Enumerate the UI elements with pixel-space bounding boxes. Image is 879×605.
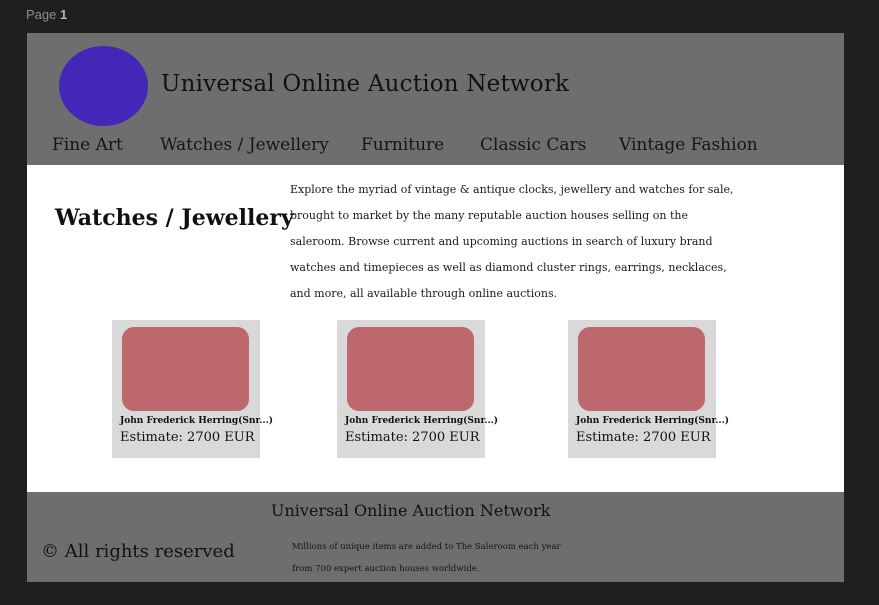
section-title: Watches / Jewellery [55,205,294,231]
footer-description: Millions of unique items are added to Th… [292,542,561,574]
page-number: 1 [60,7,68,22]
card-image-placeholder[interactable] [122,327,249,411]
nav-item-furniture[interactable]: Furniture [361,135,444,155]
card-image-placeholder[interactable] [578,327,705,411]
copyright-text: © All rights reserved [41,541,235,562]
site-header: Universal Online Auction Network Fine Ar… [27,33,844,165]
page-indicator: Page 1 [26,7,67,22]
nav-item-watches-jewellery[interactable]: Watches / Jewellery [160,135,329,155]
card-title[interactable]: John Frederick Herring(Snr...) [120,416,273,426]
main-nav: Fine Art Watches / Jewellery Furniture C… [27,133,844,163]
auction-card[interactable]: John Frederick Herring(Snr...) Estimate:… [568,320,729,458]
auction-card[interactable]: John Frederick Herring(Snr...) Estimate:… [112,320,273,458]
card-image-placeholder[interactable] [347,327,474,411]
card-title[interactable]: John Frederick Herring(Snr...) [576,416,729,426]
section-description: Explore the myriad of vintage & antique … [290,183,734,300]
nav-item-classic-cars[interactable]: Classic Cars [480,135,586,155]
site-footer: Universal Online Auction Network © All r… [27,492,844,582]
card-estimate: Estimate: 2700 EUR [576,430,711,445]
page-label-text: Page [26,7,57,22]
nav-item-fine-art[interactable]: Fine Art [52,135,123,155]
logo-circle[interactable] [59,46,148,126]
card-title[interactable]: John Frederick Herring(Snr...) [345,416,498,426]
site-title[interactable]: Universal Online Auction Network [161,71,569,97]
card-estimate: Estimate: 2700 EUR [345,430,480,445]
page-frame: Universal Online Auction Network Fine Ar… [27,33,844,582]
footer-title: Universal Online Auction Network [271,501,551,520]
card-estimate: Estimate: 2700 EUR [120,430,255,445]
auction-card[interactable]: John Frederick Herring(Snr...) Estimate:… [337,320,498,458]
nav-item-vintage-fashion[interactable]: Vintage Fashion [619,135,758,155]
